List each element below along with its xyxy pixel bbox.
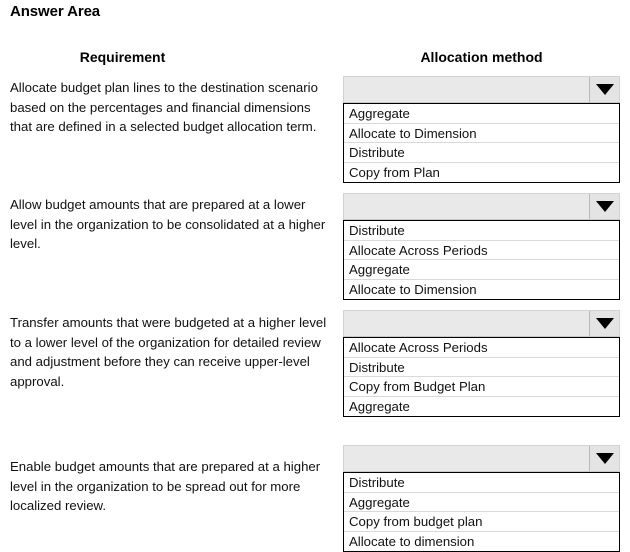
allocation-method-dropdown[interactable]: Aggregate Allocate to Dimension Distribute… xyxy=(343,76,620,183)
dropdown-option[interactable]: Distribute xyxy=(344,143,619,163)
dropdown-option[interactable]: Copy from Plan xyxy=(344,163,619,183)
dropdown-select-box[interactable] xyxy=(343,193,620,220)
dropdown-option[interactable]: Allocate to dimension xyxy=(344,532,619,552)
dropdown-option-list: Aggregate Allocate to Dimension Distribute… xyxy=(343,103,620,183)
dropdown-option[interactable]: Copy from budget plan xyxy=(344,512,619,532)
requirement-text: Transfer amounts that were budgeted at a… xyxy=(10,315,327,389)
dropdown-option[interactable]: Distribute xyxy=(344,473,619,493)
dropdown-option[interactable]: Aggregate xyxy=(344,260,619,280)
dropdown-option-list: Distribute Allocate Across Periods Aggrega… xyxy=(343,220,620,300)
dropdown-option[interactable]: Copy from Budget Plan xyxy=(344,377,619,397)
chevron-down-glyph xyxy=(595,201,614,212)
dropdown-select-box[interactable] xyxy=(343,310,620,337)
dropdown-select-box[interactable] xyxy=(343,76,620,103)
chevron-down-icon[interactable] xyxy=(589,77,619,102)
dropdown-option[interactable]: Allocate Across Periods xyxy=(344,338,619,358)
chevron-down-icon[interactable] xyxy=(589,311,619,336)
allocation-method-dropdown[interactable]: Distribute Allocate Across Periods Aggrega… xyxy=(343,193,620,300)
dropdown-option[interactable]: Allocate Across Periods xyxy=(344,241,619,260)
chevron-down-icon[interactable] xyxy=(589,194,619,219)
chevron-down-glyph xyxy=(595,84,614,95)
dropdown-option[interactable]: Allocate to Dimension xyxy=(344,280,619,300)
chevron-down-glyph xyxy=(595,453,614,464)
answer-area-rows: Allocate budget plan lines to the destin… xyxy=(0,0,630,552)
dropdown-option[interactable]: Aggregate xyxy=(344,104,619,124)
allocation-method-dropdown[interactable]: Distribute Aggregate Copy from budget plan… xyxy=(343,445,620,552)
dropdown-option[interactable]: Distribute xyxy=(344,221,619,241)
dropdown-select-box[interactable] xyxy=(343,445,620,472)
dropdown-option[interactable]: Distribute xyxy=(344,358,619,377)
chevron-down-icon[interactable] xyxy=(589,446,619,471)
allocation-method-dropdown[interactable]: Allocate Across Periods Distribute Copy fr… xyxy=(343,310,620,417)
requirement-text: Allocate budget plan lines to the destin… xyxy=(10,80,318,134)
dropdown-option[interactable]: Aggregate xyxy=(344,493,619,512)
dropdown-option[interactable]: Allocate to Dimension xyxy=(344,124,619,143)
chevron-down-glyph xyxy=(595,318,614,329)
dropdown-option-list: Distribute Aggregate Copy from budget plan… xyxy=(343,472,620,552)
dropdown-option-list: Allocate Across Periods Distribute Copy fr… xyxy=(343,337,620,417)
requirement-text: Allow budget amounts that are prepared a… xyxy=(10,197,326,251)
dropdown-option[interactable]: Aggregate xyxy=(344,397,619,417)
requirement-text: Enable budget amounts that are prepared … xyxy=(10,459,321,513)
